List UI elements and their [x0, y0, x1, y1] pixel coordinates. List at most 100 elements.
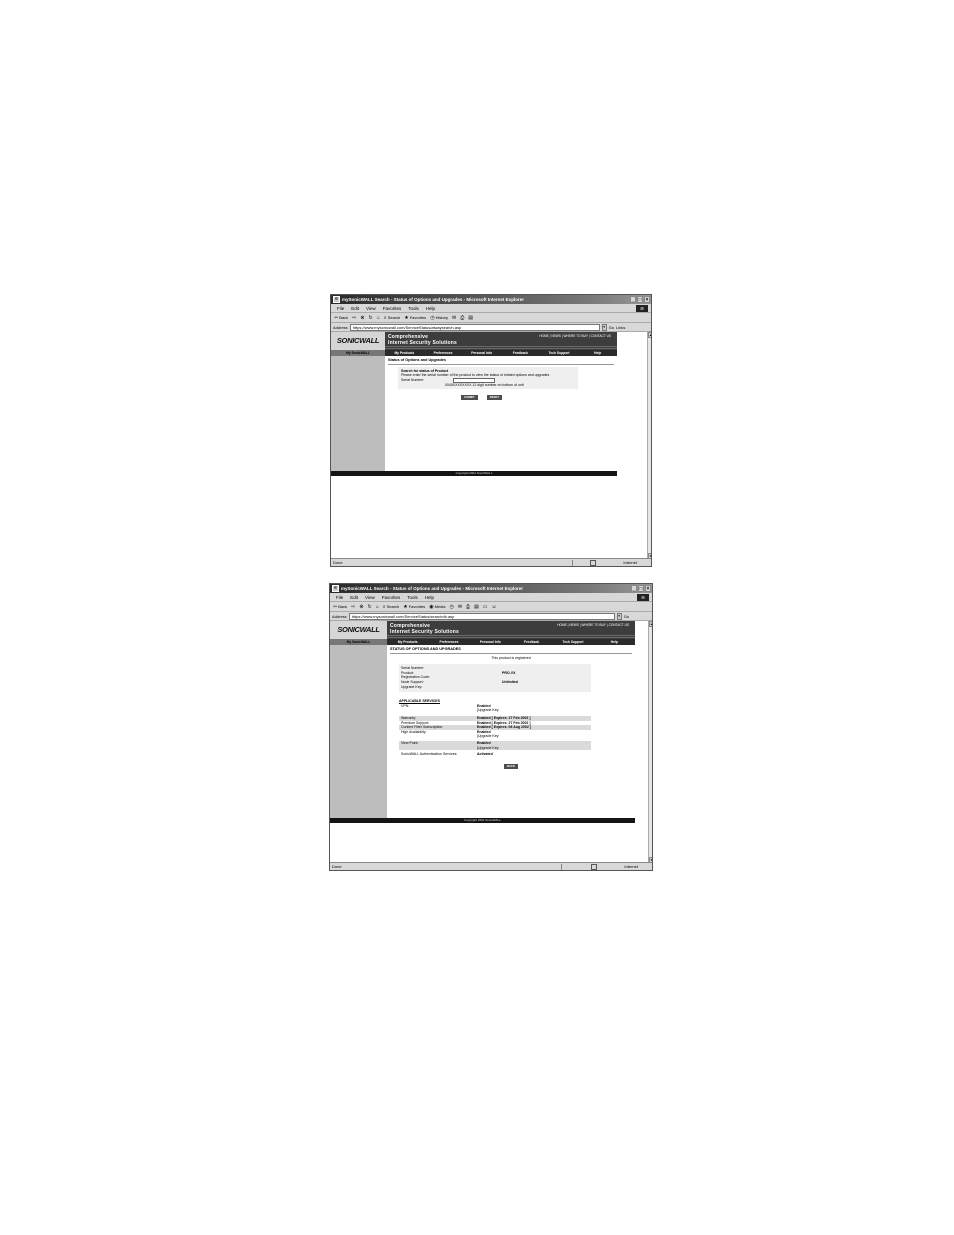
main-content: STATUS OF OPTIONS AND UPGRADES This prod… [387, 645, 635, 818]
service-row: View Point: Enabled [Upgrade Key: [399, 740, 591, 751]
forward-arrow-icon: ⇨ [352, 314, 357, 321]
back-button[interactable]: ⇦ Back [334, 313, 348, 323]
menu-view[interactable]: View [365, 593, 375, 601]
stop-button[interactable]: ⊗ [359, 602, 363, 612]
refresh-icon: ↻ [367, 603, 372, 610]
search-form: Search for status of Product Please ente… [398, 366, 578, 390]
header-stripes [387, 634, 635, 639]
forward-button[interactable]: ⇨ [352, 313, 356, 323]
maximize-icon[interactable]: □ [638, 585, 644, 592]
scroll-up-icon[interactable]: ▴ [649, 621, 652, 627]
menu-edit[interactable]: Edit [350, 593, 358, 601]
history-icon: ◷ [430, 314, 435, 321]
menu-tools[interactable]: Tools [407, 593, 418, 601]
site-body: STATUS OF OPTIONS AND UPGRADES This prod… [330, 645, 635, 818]
address-input[interactable]: https://www.mysonicwall.com/ServiceStatu… [348, 612, 615, 620]
media-icon: ◉ [429, 603, 434, 610]
home-button[interactable]: ⌂ [377, 313, 380, 323]
internet-zone: Internet [624, 864, 638, 869]
toolbar: ⇦ Back ⇨ ⊗ ↻ ⌂ ⌕ Search ★ Favorites ◷ Histor… [331, 313, 651, 323]
favorites-icon: ★ [404, 314, 409, 321]
messenger-button[interactable]: ☺ [492, 602, 497, 612]
history-button[interactable]: ◷ History [430, 313, 448, 323]
vertical-scrollbar[interactable]: ▴ ▾ [647, 332, 651, 559]
back-button[interactable]: ⇦ Back [333, 602, 347, 612]
ie-icon: e [332, 585, 339, 592]
history-button[interactable]: ◷ [449, 602, 453, 612]
serial-hint: 0040XXXXXXXX 12 digit number on bottom o… [445, 382, 524, 387]
maximize-icon[interactable]: □ [637, 296, 643, 303]
refresh-button[interactable]: ↻ [368, 602, 372, 612]
menu-help[interactable]: Help [426, 304, 435, 312]
service-row: SonicWALL Authentication Services: Activ… [401, 752, 493, 757]
search-button[interactable]: ⌕ Search [384, 313, 401, 323]
service-row: VPN: Enabled [Upgrade Key: [401, 703, 500, 713]
mail-button[interactable]: ✉ [458, 602, 462, 612]
search-button[interactable]: ⌕ Search [383, 602, 400, 612]
home-button[interactable]: ⌂ [376, 602, 379, 612]
left-sidebar [330, 645, 387, 818]
menu-edit[interactable]: Edit [351, 304, 359, 312]
stop-button[interactable]: ⊗ [360, 313, 364, 323]
address-dropdown-icon[interactable]: ▾ [601, 323, 607, 331]
close-icon[interactable]: × [644, 296, 650, 303]
ie-icon: e [333, 296, 340, 303]
browser-window-search: e mySonicWALL Search - Status of Options… [330, 294, 652, 567]
favorites-button[interactable]: ★ Favorites [404, 313, 426, 323]
page-title: STATUS OF OPTIONS AND UPGRADES [390, 647, 632, 654]
sonicwall-site: SONICWALL Comprehensive Internet Securit… [331, 332, 617, 476]
menu-favorites[interactable]: Favorites [382, 593, 401, 601]
top-links[interactable]: HOME | NEWS | WHERE TO BUY | CONTACT US [539, 334, 611, 338]
refresh-button[interactable]: ↻ [369, 313, 373, 323]
menu-view[interactable]: View [366, 304, 376, 312]
menu-file[interactable]: File [336, 593, 343, 601]
go-button[interactable]: Go [624, 612, 629, 621]
print-button[interactable]: ⎙ [460, 313, 464, 323]
links-button[interactable]: Links [616, 323, 625, 332]
minimize-icon[interactable]: _ [631, 585, 637, 592]
vertical-scrollbar[interactable]: ▴ ▾ [648, 621, 652, 863]
close-icon[interactable]: × [645, 585, 651, 592]
search-icon: ⌕ [382, 603, 386, 610]
edit-button[interactable]: ▤ [468, 313, 473, 323]
forward-arrow-icon: ⇨ [351, 603, 356, 610]
submit-button[interactable]: SUBMIT [461, 395, 478, 401]
status-bar: Done Internet [330, 862, 652, 870]
site-header: SONICWALL Comprehensive Internet Securit… [330, 621, 635, 639]
sonicwall-logo[interactable]: SONICWALL [330, 621, 387, 639]
applicable-services: APPLICABLE SERVICES VPN: Enabled [Upgrad… [399, 699, 591, 757]
scroll-up-icon[interactable]: ▴ [648, 332, 651, 338]
site-footer: Copyright 2001 SonicWALL [330, 818, 635, 823]
title-bar: e mySonicWALL Search - Status of Options… [330, 584, 652, 593]
minimize-icon[interactable]: _ [630, 296, 636, 303]
home-icon: ⌂ [375, 603, 379, 610]
toolbar: ⇦ Back ⇨ ⊗ ↻ ⌂ ⌕ Search ★ Favorites ◉ Media … [330, 602, 652, 612]
forward-button[interactable]: ⇨ [351, 602, 355, 612]
address-label: Address [332, 613, 347, 619]
edit-button[interactable]: ▤ [474, 602, 479, 612]
sonicwall-logo[interactable]: SONICWALL [331, 332, 385, 350]
go-button[interactable]: Go [609, 323, 614, 332]
menu-help[interactable]: Help [425, 593, 434, 601]
address-dropdown-icon[interactable]: ▾ [616, 612, 622, 620]
edit-icon: ▤ [468, 314, 473, 321]
back-button-row: BACK [390, 763, 632, 769]
reset-button[interactable]: RESET [486, 395, 503, 401]
site-footer: Copyright 2001 SonicWALL [331, 471, 617, 476]
back-page-button[interactable]: BACK [503, 763, 519, 769]
internet-zone: Internet [623, 560, 637, 565]
favorites-button[interactable]: ★ Favorites [403, 602, 425, 612]
address-input[interactable]: https://www.mysonicwall.com/ServiceStatu… [349, 323, 600, 331]
discuss-button[interactable]: ▭ [483, 602, 488, 612]
menu-file[interactable]: File [337, 304, 344, 312]
site-header: SONICWALL Comprehensive Internet Securit… [331, 332, 617, 350]
status-bar: Done Internet [331, 558, 651, 566]
top-links[interactable]: HOME | NEWS | WHERE TO BUY | CONTACT US [557, 623, 629, 627]
serial-label: Serial Number: [401, 377, 425, 382]
media-button[interactable]: ◉ Media [429, 602, 445, 612]
print-button[interactable]: ⎙ [466, 602, 470, 612]
status-text: Done [333, 560, 343, 565]
menu-favorites[interactable]: Favorites [383, 304, 402, 312]
mail-button[interactable]: ✉ [452, 313, 456, 323]
menu-tools[interactable]: Tools [408, 304, 419, 312]
